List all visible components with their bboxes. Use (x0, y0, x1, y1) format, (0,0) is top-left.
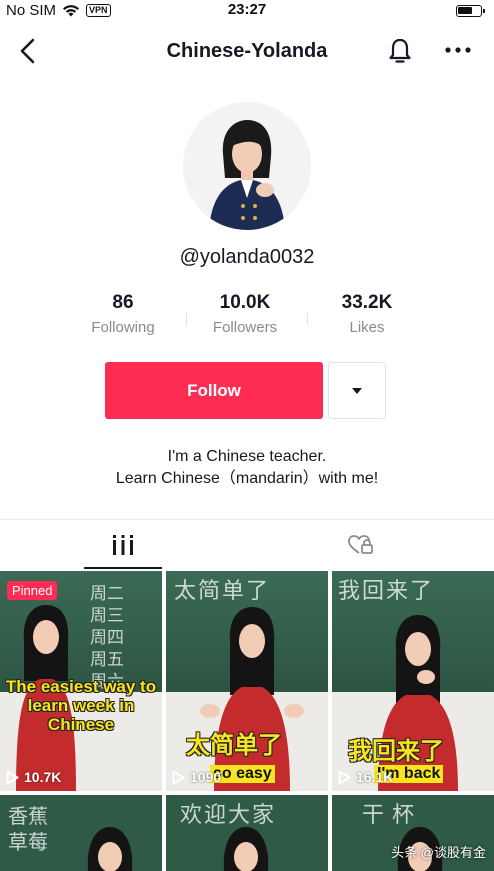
bio-line-1: I'm a Chinese teacher. (167, 448, 327, 465)
more-options-button[interactable] (444, 40, 472, 60)
tab-liked[interactable] (322, 520, 400, 570)
likes-label: Likes (349, 319, 385, 336)
view-count-value: 10.7K (24, 769, 62, 785)
video-tile-3[interactable]: 我回来了 我回来了 I'm back 16.1K (332, 571, 494, 791)
likes-count: 33.2K (341, 292, 393, 313)
view-count-value: 16.1K (356, 769, 394, 785)
view-count: 1090 (172, 769, 221, 785)
stat-likes[interactable]: 33.2K Likes (312, 292, 422, 336)
watermark-text: 头条 @谈股有金 (391, 845, 486, 860)
stat-divider (186, 312, 187, 326)
status-time: 23:27 (227, 1, 267, 18)
following-count: 86 (112, 292, 134, 313)
teacher-figure (200, 607, 304, 791)
follow-button[interactable]: Follow (105, 362, 323, 419)
video-tile-5[interactable]: 欢迎大家 (166, 795, 328, 871)
active-tab-indicator (84, 567, 162, 569)
tab-videos[interactable] (84, 520, 162, 570)
board-text: 太简单了 (174, 579, 271, 604)
more-dots-icon (445, 47, 471, 53)
play-icon (172, 770, 185, 784)
board-text: 我回来了 (338, 579, 435, 604)
grid-icon (113, 535, 133, 555)
page-title: Chinese-Yolanda (166, 40, 328, 62)
video-caption-cn: 太简单了 (186, 730, 282, 759)
stat-following[interactable]: 86 Following (68, 292, 178, 336)
view-count-value: 1090 (190, 769, 222, 785)
followers-count: 10.0K (219, 292, 271, 313)
suggested-accounts-button[interactable] (328, 362, 386, 419)
video-caption-cn: 我回来了 (348, 736, 444, 765)
teacher-figure (87, 827, 133, 871)
video-caption: The easiest way to learn week in Chinese (5, 677, 157, 734)
bio-line-2: Learn Chinese（mandarin）with me! (115, 470, 379, 487)
profile-header: Chinese-Yolanda (0, 30, 494, 74)
heart-lock-icon (348, 535, 373, 554)
tabs-divider (0, 519, 494, 520)
profile-avatar[interactable] (183, 102, 311, 230)
video-tile-1[interactable]: 周二 周三 周四 周五 周六 Pinned The easiest way to… (0, 571, 162, 791)
avatar-portrait (183, 102, 311, 230)
following-label: Following (91, 319, 155, 336)
play-icon (6, 770, 19, 784)
caret-down-icon (352, 387, 362, 394)
status-bar: No SIM VPN 23:27 (0, 0, 494, 22)
pinned-badge: Pinned (7, 581, 58, 600)
battery-icon (456, 5, 485, 17)
notification-button[interactable] (386, 36, 414, 66)
profile-bio: I'm a Chinese teacher. Learn Chinese（man… (0, 446, 494, 490)
view-count: 10.7K (6, 769, 61, 785)
board-text: 香蕉 草莓 (8, 804, 48, 854)
video-tile-2[interactable]: 太简单了 太简单了 so easy 1090 (166, 571, 328, 791)
video-tile-4[interactable]: 香蕉 草莓 (0, 795, 162, 871)
profile-handle: @yolanda0032 (179, 246, 315, 268)
stat-divider (307, 312, 308, 326)
view-count: 16.1K (338, 769, 393, 785)
teacher-figure (223, 827, 269, 871)
bell-icon (389, 38, 411, 63)
play-icon (338, 770, 351, 784)
followers-label: Followers (212, 319, 278, 336)
stat-followers[interactable]: 10.0K Followers (190, 292, 300, 336)
